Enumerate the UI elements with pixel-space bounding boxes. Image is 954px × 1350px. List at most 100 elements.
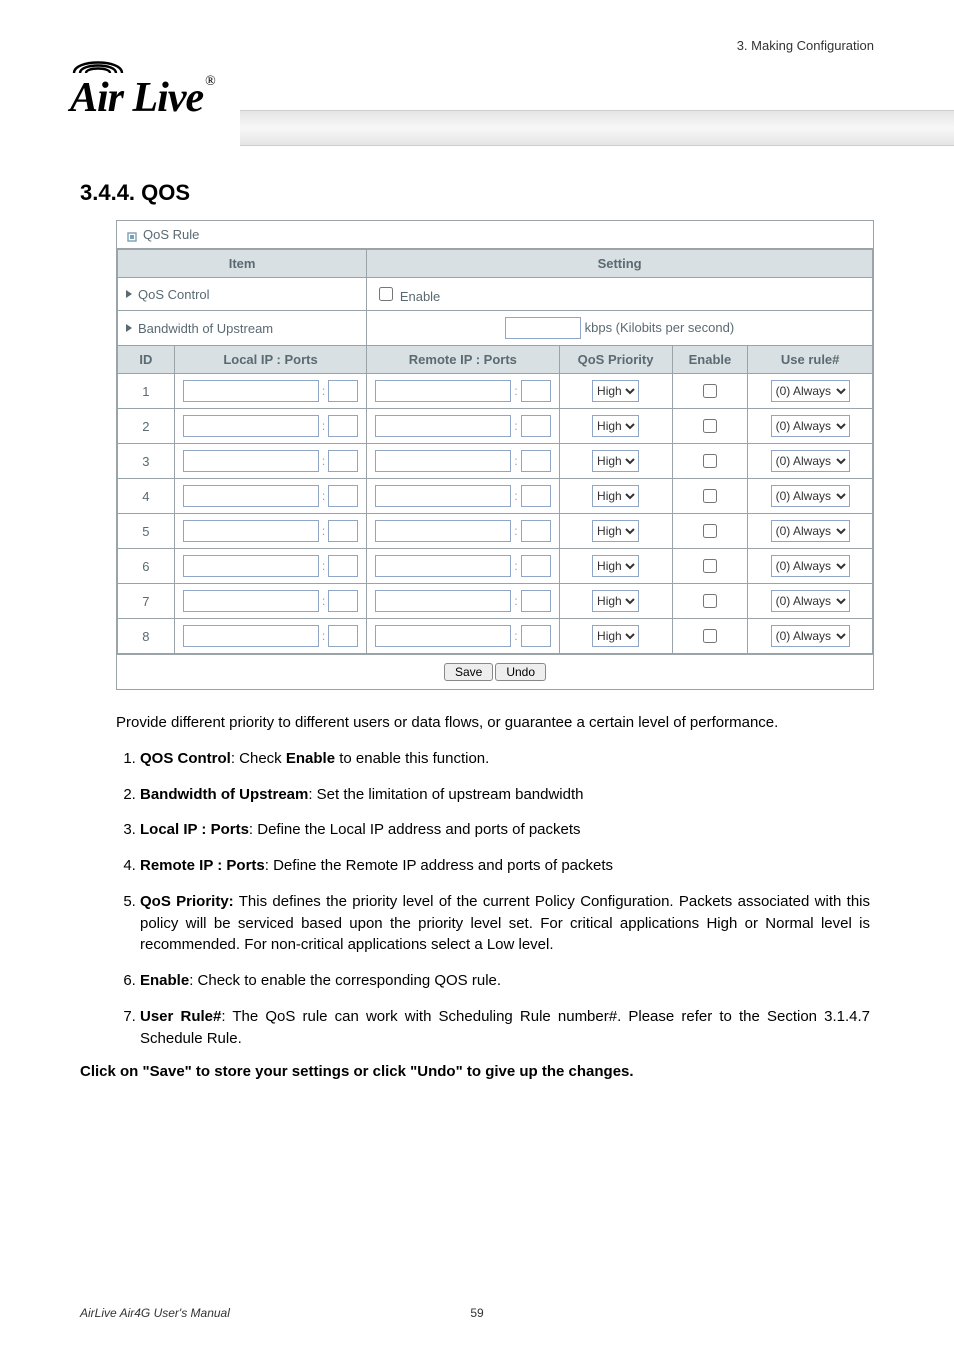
table-row: 6::High(0) Always: [118, 549, 873, 584]
remote-port-input[interactable]: [521, 485, 551, 507]
bandwidth-row: Bandwidth of Upstream: [118, 311, 367, 346]
userule-select[interactable]: (0) Always: [771, 380, 850, 402]
colon-separator: :: [321, 419, 326, 433]
list-item: QOS Control: Check Enable to enable this…: [140, 748, 870, 770]
qos-rule-panel: QoS Rule Item Setting QoS Control Enable: [116, 220, 874, 690]
table-row: 8::High(0) Always: [118, 619, 873, 654]
remote-port-input[interactable]: [521, 415, 551, 437]
priority-select[interactable]: High: [592, 380, 639, 402]
save-button[interactable]: Save: [444, 663, 493, 681]
local-port-input[interactable]: [328, 555, 358, 577]
remote-ip-input[interactable]: [375, 380, 511, 402]
col-setting: Setting: [367, 250, 873, 278]
row-enable-checkbox[interactable]: [703, 419, 717, 433]
footer: AirLive Air4G User's Manual 59: [80, 1306, 874, 1320]
priority-select[interactable]: High: [592, 625, 639, 647]
local-port-input[interactable]: [328, 590, 358, 612]
priority-select[interactable]: High: [592, 520, 639, 542]
undo-button[interactable]: Undo: [495, 663, 546, 681]
remote-port-input[interactable]: [521, 520, 551, 542]
userule-select[interactable]: (0) Always: [771, 555, 850, 577]
remote-ip-input[interactable]: [375, 625, 511, 647]
local-ip-input[interactable]: [183, 415, 319, 437]
colon-separator: :: [321, 524, 326, 538]
local-port-input[interactable]: [328, 415, 358, 437]
remote-port-input[interactable]: [521, 590, 551, 612]
colon-separator: :: [513, 489, 518, 503]
list-item: Bandwidth of Upstream: Set the limitatio…: [140, 784, 870, 806]
local-ip-input[interactable]: [183, 590, 319, 612]
remote-ip-input[interactable]: [375, 415, 511, 437]
qos-enable-wrapper[interactable]: Enable: [375, 289, 440, 304]
qos-panel-title: QoS Rule: [143, 227, 199, 242]
priority-select[interactable]: High: [592, 450, 639, 472]
row-enable-checkbox[interactable]: [703, 454, 717, 468]
footer-manual: AirLive Air4G User's Manual: [80, 1306, 230, 1320]
remote-ip-input[interactable]: [375, 450, 511, 472]
userule-select[interactable]: (0) Always: [771, 520, 850, 542]
userule-select[interactable]: (0) Always: [771, 590, 850, 612]
local-port-input[interactable]: [328, 625, 358, 647]
row-enable-checkbox[interactable]: [703, 594, 717, 608]
priority-select[interactable]: High: [592, 415, 639, 437]
panel-bullet-icon: [127, 230, 137, 240]
row-enable-checkbox[interactable]: [703, 489, 717, 503]
col-remote: Remote IP : Ports: [367, 346, 559, 374]
colon-separator: :: [513, 524, 518, 538]
remote-port-input[interactable]: [521, 555, 551, 577]
col-id: ID: [118, 346, 175, 374]
row-enable-checkbox[interactable]: [703, 384, 717, 398]
local-ip-input[interactable]: [183, 450, 319, 472]
local-port-input[interactable]: [328, 380, 358, 402]
list-item: Enable: Check to enable the correspondin…: [140, 970, 870, 992]
triangle-icon: [126, 290, 132, 298]
priority-select[interactable]: High: [592, 485, 639, 507]
priority-select[interactable]: High: [592, 590, 639, 612]
userule-select[interactable]: (0) Always: [771, 485, 850, 507]
col-priority: QoS Priority: [559, 346, 672, 374]
bandwidth-unit: kbps (Kilobits per second): [585, 320, 735, 335]
remote-ip-input[interactable]: [375, 590, 511, 612]
list-item: Local IP : Ports: Define the Local IP ad…: [140, 819, 870, 841]
bandwidth-label: Bandwidth of Upstream: [138, 321, 273, 336]
colon-separator: :: [513, 419, 518, 433]
remote-ip-input[interactable]: [375, 555, 511, 577]
local-port-input[interactable]: [328, 450, 358, 472]
row-id: 7: [118, 584, 175, 619]
header-stripe: [240, 110, 954, 146]
local-ip-input[interactable]: [183, 485, 319, 507]
row-id: 8: [118, 619, 175, 654]
qos-settings-table: Item Setting QoS Control Enable: [117, 249, 873, 654]
row-enable-checkbox[interactable]: [703, 559, 717, 573]
table-row: 5:: High (0) Always: [118, 514, 873, 549]
logo-arcs-icon: [70, 45, 128, 75]
local-ip-input[interactable]: [183, 520, 319, 542]
remote-port-input[interactable]: [521, 625, 551, 647]
remote-port-input[interactable]: [521, 450, 551, 472]
local-ip-input[interactable]: [183, 555, 319, 577]
bandwidth-input[interactable]: [505, 317, 581, 339]
remote-ip-input[interactable]: [375, 485, 511, 507]
row-enable-checkbox[interactable]: [703, 524, 717, 538]
colon-separator: :: [321, 629, 326, 643]
colon-separator: :: [321, 559, 326, 573]
row-enable-checkbox[interactable]: [703, 629, 717, 643]
table-row: 1::High(0) Always: [118, 374, 873, 409]
remote-ip-input[interactable]: [375, 520, 511, 542]
triangle-icon: [126, 324, 132, 332]
remote-port-input[interactable]: [521, 380, 551, 402]
priority-select[interactable]: High: [592, 555, 639, 577]
qos-enable-checkbox[interactable]: [379, 287, 393, 301]
row-id: 5: [118, 514, 175, 549]
local-port-input[interactable]: [328, 485, 358, 507]
userule-select[interactable]: (0) Always: [771, 625, 850, 647]
logo: Air Live®: [70, 45, 215, 122]
row-id: 4: [118, 479, 175, 514]
local-ip-input[interactable]: [183, 625, 319, 647]
local-port-input[interactable]: [328, 520, 358, 542]
row-id: 3: [118, 444, 175, 479]
colon-separator: :: [321, 454, 326, 468]
userule-select[interactable]: (0) Always: [771, 450, 850, 472]
local-ip-input[interactable]: [183, 380, 319, 402]
userule-select[interactable]: (0) Always: [771, 415, 850, 437]
